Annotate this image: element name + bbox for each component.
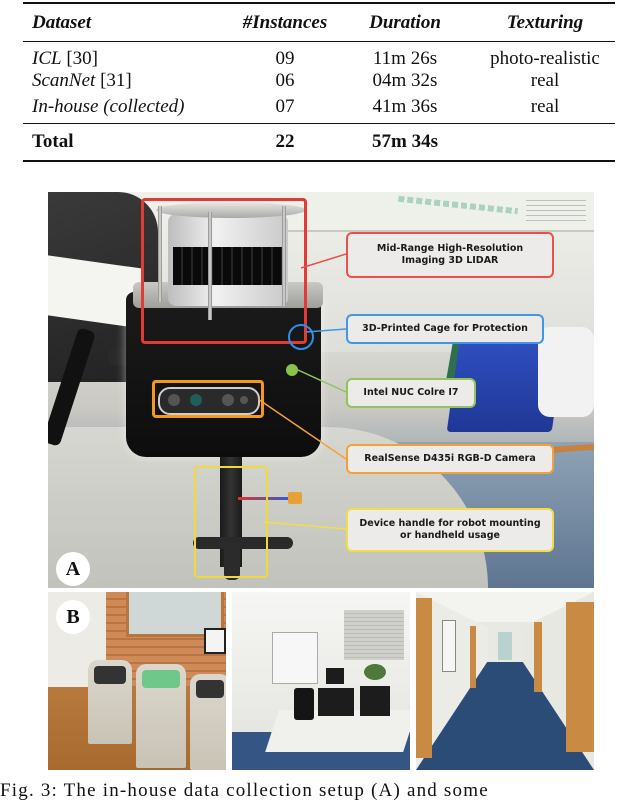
office-window-blind [344,610,404,660]
corridor-door [416,598,432,758]
duration-cell: 04m 32s [372,70,438,91]
instances-cell: 06 [275,70,295,91]
recycling-bins-photo: B [48,592,226,770]
table-row: ICL [30] [32,48,98,70]
total-rule [23,123,615,124]
device-photo: Mid-Range High-Resolution Imaging 3D LID… [48,192,594,588]
dataset-ref: [30] [66,48,98,69]
total-instances: 22 [275,131,295,152]
callout-lidar: Mid-Range High-Resolution Imaging 3D LID… [346,232,554,278]
office-monitor [318,688,354,716]
texturing-cell: real [530,96,560,117]
office-photo [232,592,410,770]
table-row: In-house (collected) [32,96,184,118]
total-duration: 57m 34s [372,131,438,152]
leader-lidar [300,253,347,269]
recycling-bin [136,664,186,768]
leader-camera [257,398,347,460]
texturing-cell: real [530,70,560,91]
dataset-name: In-house (collected) [32,96,185,117]
header-rule [23,41,615,42]
panel-b-badge: B [56,600,90,634]
office-monitor [360,686,390,716]
texturing-cell: photo-realistic [490,48,600,69]
dataset-name: ICL [32,48,62,69]
total-label: Total [32,131,74,152]
office-whiteboard [272,632,318,684]
fiducial-marker [204,628,226,654]
leader-nuc [297,369,347,393]
header-dataset: Dataset [32,12,92,33]
instances-cell: 07 [275,96,295,117]
corridor-poster [442,620,456,672]
recycling-bin [190,674,226,770]
instances-cell: 09 [275,48,295,69]
duration-cell: 41m 36s [372,96,438,117]
table-row: ScanNet [31] [32,70,132,92]
panel-a-badge: A [56,552,90,586]
callout-nuc: Intel NUC Colre I7 [346,378,476,408]
office-desk [265,710,410,752]
table-bottom-rule [23,160,615,162]
dataset-name: ScanNet [32,70,96,91]
callout-camera: RealSense D435i RGB-D Camera [346,444,554,474]
header-duration: Duration [369,12,441,33]
header-texturing: Texturing [506,12,584,33]
duration-cell: 11m 26s [372,48,438,69]
corridor-door [566,602,594,752]
corridor-photo [416,592,594,770]
table-top-rule [23,2,615,4]
header-instances: #Instances [242,12,328,33]
leader-handle [263,521,347,530]
callout-cage: 3D-Printed Cage for Protection [346,314,544,344]
dataset-ref: [31] [100,70,132,91]
recycling-bin [88,660,132,744]
callout-handle: Device handle for robot mounting or hand… [346,508,554,552]
leader-cage [305,328,347,333]
